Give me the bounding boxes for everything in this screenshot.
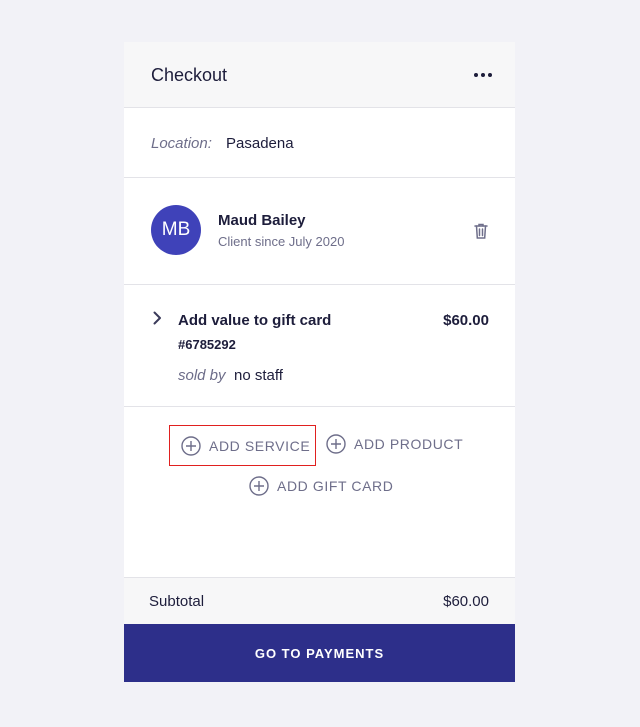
plus-circle-icon <box>181 435 201 456</box>
trash-icon[interactable] <box>471 221 491 241</box>
dot <box>481 73 485 77</box>
subtotal-label: Subtotal <box>149 593 205 610</box>
location-row: Location: Pasadena <box>124 108 515 178</box>
subtotal-value: $60.00 <box>443 593 489 610</box>
chevron-right-icon[interactable] <box>150 311 164 325</box>
add-gift-card-button[interactable]: ADD GIFT CARD <box>249 476 393 496</box>
add-product-button[interactable]: ADD PRODUCT <box>326 434 463 454</box>
plus-circle-icon <box>249 476 269 496</box>
plus-circle-icon <box>326 434 346 454</box>
location-value: Pasadena <box>226 135 294 152</box>
add-gift-card-label: ADD GIFT CARD <box>277 478 394 494</box>
add-product-label: ADD PRODUCT <box>354 436 464 452</box>
cart-item: Add value to gift card $60.00 #6785292 s… <box>124 285 515 407</box>
add-service-button[interactable]: ADD SERVICE <box>169 425 316 466</box>
add-service-label: ADD SERVICE <box>209 437 311 454</box>
item-name: Add value to gift card <box>178 312 332 329</box>
page-title: Checkout <box>151 65 228 85</box>
subtotal-row: Subtotal $60.00 <box>124 577 515 624</box>
avatar: MB <box>151 205 201 255</box>
more-options-icon[interactable] <box>471 64 495 86</box>
checkout-header: Checkout <box>124 42 515 108</box>
dot <box>488 73 492 77</box>
item-code: #6785292 <box>178 337 236 352</box>
sold-by-label: sold by <box>178 367 226 384</box>
checkout-panel: Checkout Location: Pasadena MB Maud Bail… <box>124 42 515 682</box>
item-price: $60.00 <box>443 312 489 329</box>
go-to-payments-button[interactable]: GO TO PAYMENTS <box>124 624 515 682</box>
staff-value[interactable]: no staff <box>234 367 283 384</box>
dot <box>474 73 478 77</box>
client-card: MB Maud Bailey Client since July 2020 <box>124 178 515 285</box>
client-since: Client since July 2020 <box>218 234 345 249</box>
client-name: Maud Bailey <box>218 212 306 229</box>
add-actions: ADD SERVICE ADD PRODUCT ADD GIFT CARD <box>124 407 515 577</box>
location-label: Location: <box>151 135 212 152</box>
